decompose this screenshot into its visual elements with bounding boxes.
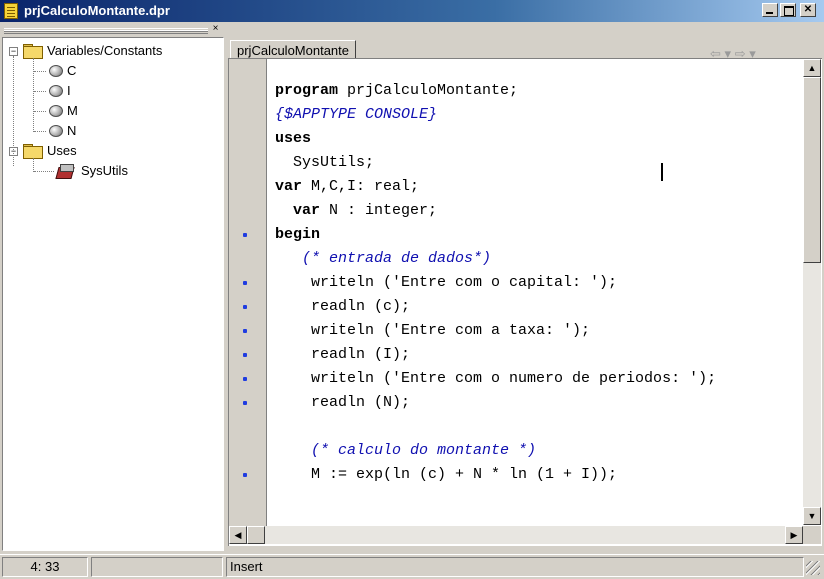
executable-line-marker-icon[interactable] bbox=[243, 305, 247, 309]
keyword: var bbox=[275, 178, 303, 195]
tree-connector bbox=[34, 91, 46, 92]
ide-window: prjCalculoMontante.dpr ✕ × − Variables/Co… bbox=[0, 0, 824, 579]
code-token: readln (c); bbox=[275, 298, 411, 315]
executable-line-marker-icon[interactable] bbox=[243, 353, 247, 357]
tree-connector bbox=[13, 56, 14, 166]
panel-grip[interactable] bbox=[4, 28, 208, 34]
code-line[interactable]: readln (I); bbox=[275, 343, 410, 367]
code-text-area[interactable]: program prjCalculoMontante; {$APPTYPE CON… bbox=[275, 79, 805, 526]
code-line[interactable]: (* entrada de dados*) bbox=[275, 247, 491, 271]
modified-indicator bbox=[91, 557, 223, 577]
tree-item-m[interactable]: M bbox=[67, 102, 78, 120]
variable-icon bbox=[47, 64, 63, 77]
folder-icon bbox=[23, 144, 43, 159]
code-token: M := exp(ln (c) + N * ln (1 + I)); bbox=[275, 466, 618, 483]
text-caret bbox=[661, 163, 663, 181]
tree-item-n[interactable]: N bbox=[67, 122, 76, 140]
variable-icon bbox=[47, 104, 63, 117]
executable-line-marker-icon[interactable] bbox=[243, 281, 247, 285]
panel-close-button[interactable]: × bbox=[210, 24, 221, 34]
title-bar[interactable]: prjCalculoMontante.dpr ✕ bbox=[0, 0, 824, 22]
code-line[interactable]: writeln ('Entre com o capital: '); bbox=[275, 271, 617, 295]
window-title: prjCalculoMontante.dpr bbox=[24, 3, 170, 18]
folder-icon bbox=[23, 44, 43, 59]
code-line[interactable]: var N : integer; bbox=[275, 199, 437, 223]
tree-connector bbox=[34, 131, 46, 132]
executable-line-marker-icon[interactable] bbox=[243, 377, 247, 381]
code-line[interactable]: writeln ('Entre com o numero de periodos… bbox=[275, 367, 716, 391]
minimize-button[interactable] bbox=[762, 3, 778, 17]
code-line[interactable]: (* calculo do montante *) bbox=[275, 439, 536, 463]
editor-gutter[interactable] bbox=[229, 59, 267, 526]
code-explorer-tree[interactable]: − Variables/Constants C I M N − Uses SysUtils bbox=[2, 37, 224, 551]
tree-item-i[interactable]: I bbox=[67, 82, 71, 100]
status-bar: 4: 33 Insert bbox=[0, 554, 824, 579]
code-editor[interactable]: program prjCalculoMontante; {$APPTYPE CON… bbox=[228, 58, 822, 546]
cursor-position: 4: 33 bbox=[2, 557, 88, 577]
tree-connector bbox=[33, 158, 34, 172]
executable-line-marker-icon[interactable] bbox=[243, 329, 247, 333]
tree-item-c[interactable]: C bbox=[67, 62, 76, 80]
scroll-down-arrow-icon[interactable]: ▼ bbox=[803, 507, 821, 525]
tree-group-uses[interactable]: Uses bbox=[47, 142, 77, 160]
executable-line-marker-icon[interactable] bbox=[243, 233, 247, 237]
tree-connector bbox=[34, 171, 54, 172]
scroll-up-arrow-icon[interactable]: ▲ bbox=[803, 59, 821, 77]
tree-connector bbox=[33, 58, 34, 132]
code-line[interactable]: readln (N); bbox=[275, 391, 410, 415]
vertical-scrollbar[interactable]: ▲ ▼ bbox=[803, 59, 821, 525]
close-button[interactable]: ✕ bbox=[800, 3, 816, 17]
code-line[interactable]: uses bbox=[275, 127, 311, 151]
code-line[interactable]: program prjCalculoMontante; bbox=[275, 79, 518, 103]
scroll-right-arrow-icon[interactable]: ▶ bbox=[785, 526, 803, 544]
keyword: var bbox=[293, 202, 321, 219]
code-token: writeln ('Entre com o capital: '); bbox=[275, 274, 618, 291]
keyword: begin bbox=[275, 226, 321, 243]
comment: (* calculo do montante *) bbox=[311, 442, 537, 459]
comment: (* entrada de dados*) bbox=[302, 250, 492, 267]
variable-icon bbox=[47, 124, 63, 137]
tree-connector bbox=[34, 71, 46, 72]
tree-item-sysutils[interactable]: SysUtils bbox=[81, 162, 128, 180]
insert-mode-indicator: Insert bbox=[226, 557, 804, 577]
unit-icon bbox=[55, 164, 75, 180]
vertical-scroll-thumb[interactable] bbox=[803, 77, 821, 263]
code-token: N : integer; bbox=[320, 202, 438, 219]
code-explorer-panel: × − Variables/Constants C I M N − Uses SysUtils bbox=[0, 22, 226, 554]
code-line[interactable]: M := exp(ln (c) + N * ln (1 + I)); bbox=[275, 463, 617, 487]
horizontal-scroll-thumb[interactable] bbox=[247, 526, 265, 544]
tree-group-variables-constants[interactable]: Variables/Constants bbox=[47, 42, 162, 60]
document-icon bbox=[4, 3, 18, 19]
code-token: readln (N); bbox=[275, 394, 411, 411]
code-token: writeln ('Entre com o numero de periodos… bbox=[275, 370, 717, 387]
tree-connector bbox=[34, 111, 46, 112]
executable-line-marker-icon[interactable] bbox=[243, 473, 247, 477]
code-line[interactable]: readln (c); bbox=[275, 295, 410, 319]
scrollbar-corner bbox=[803, 526, 821, 544]
code-line[interactable]: writeln ('Entre com a taxa: '); bbox=[275, 319, 590, 343]
code-line[interactable]: {$APPTYPE CONSOLE} bbox=[275, 103, 437, 127]
code-line[interactable]: var M,C,I: real; bbox=[275, 175, 419, 199]
code-token: M,C,I: real; bbox=[302, 178, 420, 195]
executable-line-marker-icon[interactable] bbox=[243, 401, 247, 405]
code-token: writeln ('Entre com a taxa: '); bbox=[275, 322, 591, 339]
code-token: readln (I); bbox=[275, 346, 411, 363]
code-token: SysUtils; bbox=[275, 154, 375, 171]
scroll-left-arrow-icon[interactable]: ◀ bbox=[229, 526, 247, 544]
horizontal-scrollbar[interactable]: ◀ ▶ bbox=[229, 526, 803, 544]
comment: {$APPTYPE CONSOLE} bbox=[275, 106, 438, 123]
code-token: prjCalculoMontante; bbox=[338, 82, 519, 99]
collapse-toggle[interactable]: − bbox=[9, 47, 18, 56]
size-grip-icon[interactable] bbox=[806, 561, 820, 575]
code-line[interactable]: SysUtils; bbox=[275, 151, 374, 175]
code-line[interactable]: begin bbox=[275, 223, 320, 247]
keyword: uses bbox=[275, 130, 312, 147]
editor-tab-strip: prjCalculoMontante ⇦ ▾ ⇨ ▾ bbox=[228, 22, 824, 62]
keyword: program bbox=[275, 82, 339, 99]
variable-icon bbox=[47, 84, 63, 97]
maximize-button[interactable] bbox=[780, 3, 796, 17]
